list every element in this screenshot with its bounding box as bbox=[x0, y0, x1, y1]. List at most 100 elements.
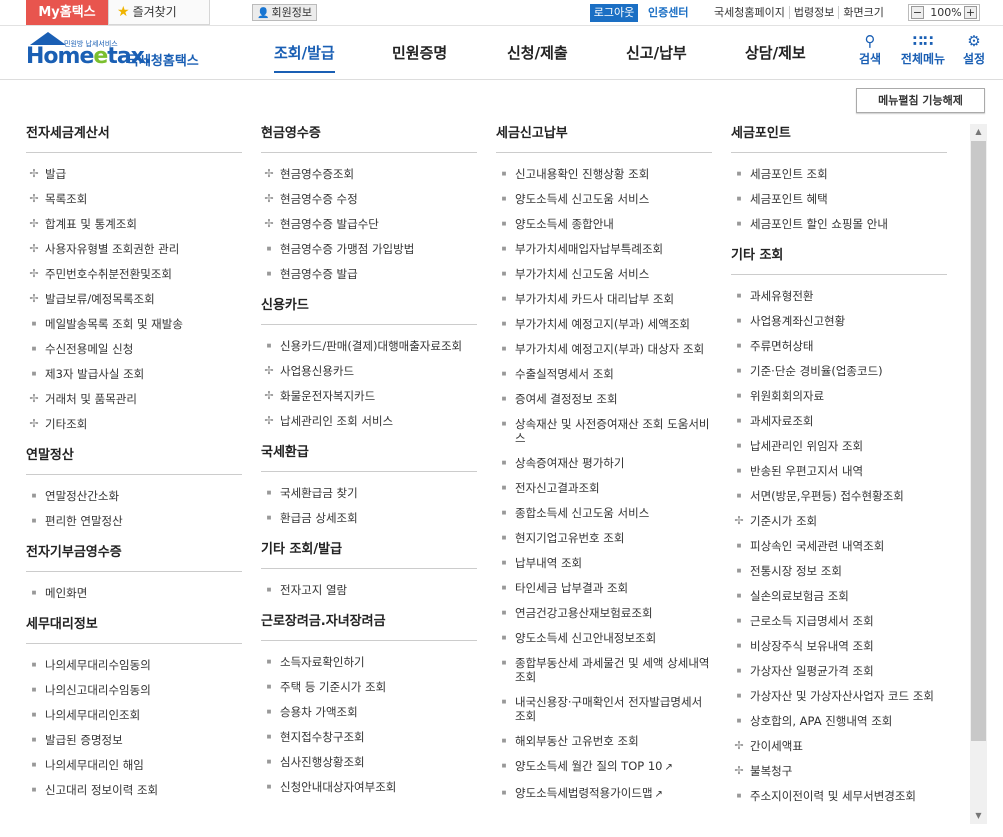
menu-item[interactable]: ■ 승용차 가액조회 bbox=[261, 699, 477, 724]
menu-item[interactable]: ■ 종합소득세 신고도움 서비스 bbox=[496, 500, 712, 525]
menu-item[interactable]: ✢ 거래처 및 품목관리 bbox=[26, 386, 242, 411]
favorites-tab[interactable]: ★ 즐겨찾기 bbox=[108, 0, 210, 25]
menu-item[interactable]: ■ 가상자산 일평균가격 조회 bbox=[731, 658, 947, 683]
my-hometax-tab[interactable]: My홈택스 bbox=[26, 0, 108, 25]
menu-item[interactable]: ■ 상속증여재산 평가하기 bbox=[496, 450, 712, 475]
section-title[interactable]: 연말정산 bbox=[26, 446, 242, 475]
menu-item[interactable]: ■ 소득자료확인하기 bbox=[261, 649, 477, 674]
menu-item[interactable]: ■ 전자신고결과조회 bbox=[496, 475, 712, 500]
menu-item[interactable]: ✢ 합계표 및 통계조회 bbox=[26, 211, 242, 236]
menu-item[interactable]: ✢ 현금영수증 수정 bbox=[261, 186, 477, 211]
scrollbar-thumb[interactable] bbox=[971, 141, 986, 741]
menu-item[interactable]: ■ 전자고지 열람 bbox=[261, 577, 477, 602]
menu-item[interactable]: ✢ 발급보류/예정목록조회 bbox=[26, 286, 242, 311]
section-title[interactable]: 신용카드 bbox=[261, 296, 477, 325]
settings-button[interactable]: ⚙ 설정 bbox=[959, 32, 989, 68]
section-title[interactable]: 세금포인트 bbox=[731, 124, 947, 153]
menu-item[interactable]: ■ 나의세무대리인조회 bbox=[26, 702, 242, 727]
law-info-link[interactable]: 법령정보 bbox=[788, 6, 839, 19]
menu-item[interactable]: ■ 수신전용메일 신청 bbox=[26, 336, 242, 361]
menu-item[interactable]: ■ 연말정산간소화 bbox=[26, 483, 242, 508]
menu-item[interactable]: ■ 부가가치세 예정고지(부과) 대상자 조회 bbox=[496, 336, 712, 361]
section-title[interactable]: 전자세금계산서 bbox=[26, 124, 242, 153]
menu-item[interactable]: ■ 양도소득세 종합안내 bbox=[496, 211, 712, 236]
menu-item[interactable]: ■ 타인세금 납부결과 조회 bbox=[496, 575, 712, 600]
nts-homepage-link[interactable]: 국세청홈페이지 bbox=[710, 6, 789, 19]
menu-item[interactable]: ■ 주택 등 기준시가 조회 bbox=[261, 674, 477, 699]
vertical-scrollbar[interactable]: ▲ ▼ bbox=[970, 124, 987, 824]
section-title[interactable]: 국세환급 bbox=[261, 443, 477, 472]
member-info-button[interactable]: 👤 회원정보 bbox=[252, 4, 317, 21]
menu-item[interactable]: ■ 신고대리 정보이력 조회 bbox=[26, 777, 242, 802]
menu-item[interactable]: ■ 현지접수창구조회 bbox=[261, 724, 477, 749]
menu-item[interactable]: ■ 종합부동산세 과세물건 및 세액 상세내역 조회 bbox=[496, 650, 712, 689]
section-title[interactable]: 기타 조회 bbox=[731, 246, 947, 275]
menu-item[interactable]: ■ 신용카드/판매(결제)대행매출자료조회 bbox=[261, 333, 477, 358]
menu-item[interactable]: ■ 부가가치세 신고도움 서비스 bbox=[496, 261, 712, 286]
zoom-out-button[interactable]: − bbox=[911, 6, 924, 19]
gnb-report-pay[interactable]: 신고/납부 bbox=[626, 26, 687, 80]
menu-item[interactable]: ■ 환급금 상세조회 bbox=[261, 505, 477, 530]
menu-item[interactable]: ■ 반송된 우편고지서 내역 bbox=[731, 458, 947, 483]
menu-item[interactable]: ■ 전통시장 정보 조회 bbox=[731, 558, 947, 583]
menu-item[interactable]: ■ 상호합의, APA 진행내역 조회 bbox=[731, 708, 947, 733]
menu-item[interactable]: ■ 현금영수증 가맹점 가입방법 bbox=[261, 236, 477, 261]
section-title[interactable]: 전자기부금영수증 bbox=[26, 543, 242, 572]
menu-item[interactable]: ■ 주류면허상태 bbox=[731, 333, 947, 358]
menu-item[interactable]: ✢ 화물운전자복지카드 bbox=[261, 383, 477, 408]
menu-item[interactable]: ✢ 사용자유형별 조회권한 관리 bbox=[26, 236, 242, 261]
menu-item[interactable]: ■ 양도소득세 월간 질의 TOP 10 ↗ bbox=[496, 753, 712, 780]
logout-button[interactable]: 로그아웃 bbox=[590, 4, 638, 22]
menu-item[interactable]: ✢ 목록조회 bbox=[26, 186, 242, 211]
menu-item[interactable]: ■ 사업용계좌신고현황 bbox=[731, 308, 947, 333]
section-title[interactable]: 근로장려금.자녀장려금 bbox=[261, 612, 477, 641]
menu-item[interactable]: ■ 세금포인트 혜택 bbox=[731, 186, 947, 211]
menu-item[interactable]: ✢ 사업용신용카드 bbox=[261, 358, 477, 383]
menu-item[interactable]: ■ 양도소득세 신고안내정보조회 bbox=[496, 625, 712, 650]
menu-item[interactable]: ■ 비상장주식 보유내역 조회 bbox=[731, 633, 947, 658]
menu-item[interactable]: ■ 나의신고대리수임동의 bbox=[26, 677, 242, 702]
menu-item[interactable]: ✢ 발급 bbox=[26, 161, 242, 186]
section-title[interactable]: 세무대리정보 bbox=[26, 615, 242, 644]
menu-item[interactable]: ■ 해외부동산 고유번호 조회 bbox=[496, 728, 712, 753]
menu-item[interactable]: ■ 수출실적명세서 조회 bbox=[496, 361, 712, 386]
gnb-civil-certificate[interactable]: 민원증명 bbox=[392, 26, 447, 80]
gnb-consult-report[interactable]: 상담/제보 bbox=[745, 26, 806, 80]
zoom-in-button[interactable]: + bbox=[964, 6, 977, 19]
menu-item[interactable]: ■ 신고내용확인 진행상황 조회 bbox=[496, 161, 712, 186]
menu-item[interactable]: ✢ 간이세액표 bbox=[731, 733, 947, 758]
all-menu-button[interactable]: ∷∷ 전체메뉴 bbox=[897, 32, 949, 68]
menu-item[interactable]: ■ 피상속인 국세관련 내역조회 bbox=[731, 533, 947, 558]
menu-item[interactable]: ■ 부가가치세 카드사 대리납부 조회 bbox=[496, 286, 712, 311]
menu-item[interactable]: ■ 세금포인트 조회 bbox=[731, 161, 947, 186]
menu-item[interactable]: ✢ 현금영수증조회 bbox=[261, 161, 477, 186]
menu-item[interactable]: ✢ 기준시가 조회 bbox=[731, 508, 947, 533]
menu-expand-toggle-button[interactable]: 메뉴펼침 기능해제 bbox=[856, 88, 985, 113]
menu-item[interactable]: ✢ 주민번호수취분전환및조회 bbox=[26, 261, 242, 286]
menu-item[interactable]: ■ 주소지이전이력 및 세무서변경조회 bbox=[731, 783, 947, 808]
menu-item[interactable]: ■ 양도소득세 신고도움 서비스 bbox=[496, 186, 712, 211]
menu-item[interactable]: ■ 양도소득세법령적용가이드맵 ↗ bbox=[496, 780, 712, 807]
menu-item[interactable]: ■ 증여세 결정정보 조회 bbox=[496, 386, 712, 411]
menu-item[interactable]: ■ 부가가치세매입자납부특례조회 bbox=[496, 236, 712, 261]
menu-item[interactable]: ■ 발급된 증명정보 bbox=[26, 727, 242, 752]
menu-item[interactable]: ✢ 납세관리인 조회 서비스 bbox=[261, 408, 477, 433]
section-title[interactable]: 현금영수증 bbox=[261, 124, 477, 153]
menu-item[interactable]: ■ 과세자료조회 bbox=[731, 408, 947, 433]
gnb-inquiry-issue[interactable]: 조회/발급 bbox=[274, 26, 335, 80]
menu-item[interactable]: ■ 과세유형전환 bbox=[731, 283, 947, 308]
menu-item[interactable]: ■ 내국신용장·구매확인서 전자발급명세서 조회 bbox=[496, 689, 712, 728]
search-button[interactable]: ⚲ 검색 bbox=[855, 32, 885, 68]
scroll-down-arrow-icon[interactable]: ▼ bbox=[970, 808, 987, 824]
gnb-apply-submit[interactable]: 신청/제출 bbox=[507, 26, 568, 80]
menu-item[interactable]: ■ 세금포인트 할인 쇼핑몰 안내 bbox=[731, 211, 947, 236]
menu-item[interactable]: ■ 상속재산 및 사전증여재산 조회 도움서비스 bbox=[496, 411, 712, 450]
menu-item[interactable]: ■ 근로소득 지급명세서 조회 bbox=[731, 608, 947, 633]
menu-item[interactable]: ✢ 현금영수증 발급수단 bbox=[261, 211, 477, 236]
menu-item[interactable]: ■ 신청안내대상자여부조회 bbox=[261, 774, 477, 799]
menu-item[interactable]: ■ 납세관리인 위임자 조회 bbox=[731, 433, 947, 458]
menu-item[interactable]: ■ 메일발송목록 조회 및 재발송 bbox=[26, 311, 242, 336]
cert-center-link[interactable]: 인증센터 bbox=[648, 4, 688, 22]
menu-item[interactable]: ■ 제3자 발급사실 조회 bbox=[26, 361, 242, 386]
scroll-up-arrow-icon[interactable]: ▲ bbox=[970, 124, 987, 140]
